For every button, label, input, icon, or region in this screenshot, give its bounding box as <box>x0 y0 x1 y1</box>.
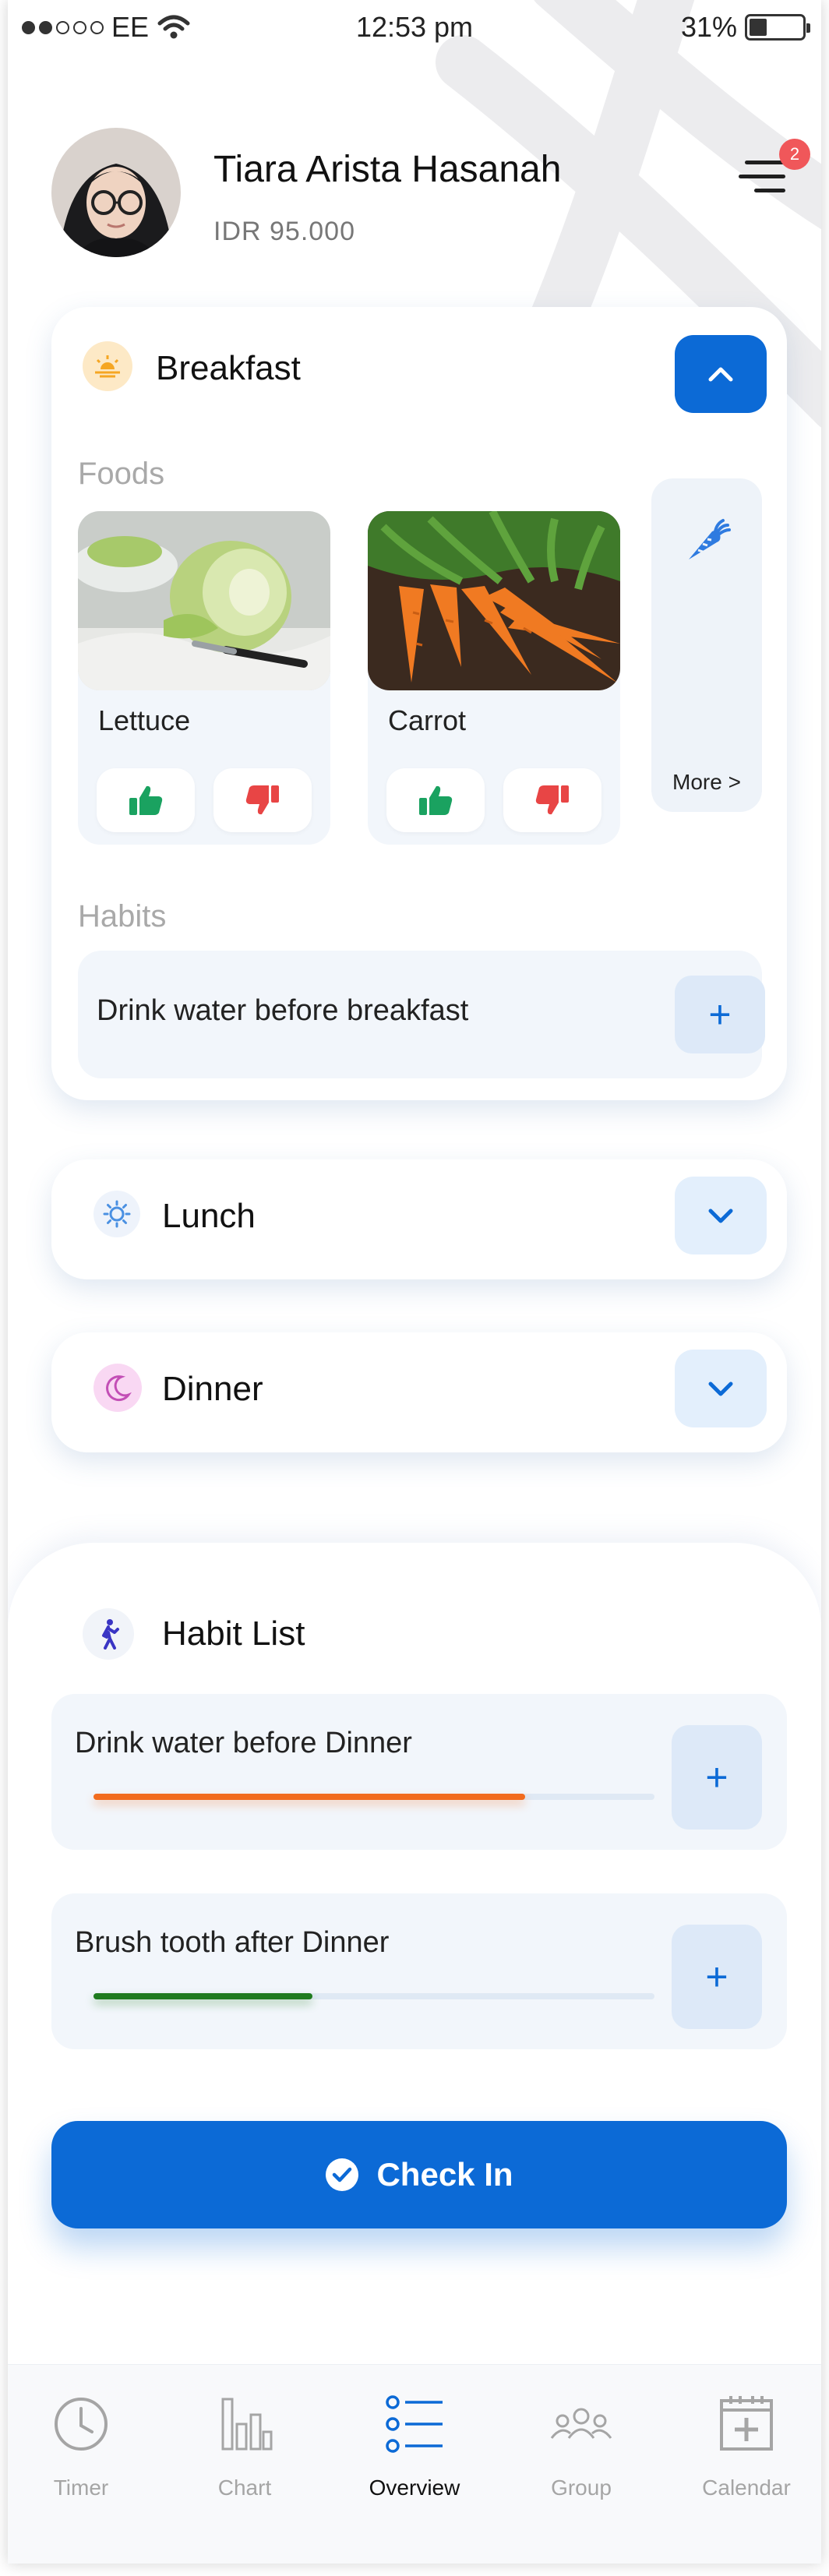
notification-badge: 2 <box>779 139 810 170</box>
foods-label: Foods <box>78 457 165 491</box>
breakfast-habit-item: Drink water before breakfast + <box>78 951 765 1078</box>
habit-text: Drink water before Dinner <box>75 1727 412 1759</box>
thumbs-down-icon <box>245 785 279 815</box>
app-screen: EE 12:53 pm 31% Tiara Arista Hasanah IDR… <box>8 0 821 2564</box>
nav-chart[interactable]: Chart <box>175 2380 315 2521</box>
add-habit-button[interactable]: + <box>675 976 765 1053</box>
habit-progress-fill <box>93 1794 526 1800</box>
dislike-button[interactable] <box>503 768 601 832</box>
bar-chart-icon <box>221 2398 273 2451</box>
group-icon <box>550 2408 612 2439</box>
add-habit-button[interactable]: + <box>672 1725 762 1830</box>
nav-group[interactable]: Group <box>511 2380 651 2521</box>
battery-percentage: 31% <box>680 11 737 43</box>
battery-icon <box>745 14 810 41</box>
food-card-carrot[interactable]: Carrot <box>368 511 620 845</box>
nav-label: Timer <box>53 2475 109 2500</box>
chevron-down-icon <box>708 1382 733 1396</box>
nav-label: Overview <box>369 2475 460 2500</box>
check-in-button[interactable]: Check In <box>51 2121 787 2228</box>
add-habit-button[interactable]: + <box>672 1925 762 2029</box>
habits-label: Habits <box>78 899 167 933</box>
habit-list-item: Brush tooth after Dinner + <box>51 1893 787 2049</box>
dislike-button[interactable] <box>213 768 312 832</box>
habit-progress-bar <box>93 1794 654 1800</box>
chevron-up-icon <box>708 367 733 382</box>
bottom-navigation: Timer Chart Overview Group Calendar <box>8 2364 821 2564</box>
thumbs-up-icon <box>129 785 163 815</box>
like-button[interactable] <box>386 768 485 832</box>
calendar-add-icon <box>720 2396 773 2451</box>
food-card-lettuce[interactable]: Lettuce <box>78 511 330 845</box>
check-circle-icon <box>326 2158 359 2191</box>
like-button[interactable] <box>97 768 195 832</box>
plus-icon: + <box>705 1756 728 1799</box>
list-icon <box>386 2395 443 2453</box>
breakfast-title: Breakfast <box>156 349 301 387</box>
dinner-expand-button[interactable] <box>675 1350 767 1427</box>
profile-balance: IDR 95.000 <box>213 217 355 246</box>
plus-icon: + <box>705 1955 728 1999</box>
habit-progress-fill <box>93 1993 312 1999</box>
clock-icon <box>55 2398 108 2451</box>
lunch-expand-button[interactable] <box>675 1177 767 1254</box>
menu-icon-line <box>754 189 785 192</box>
carrot-icon <box>689 519 731 559</box>
status-bar: EE 12:53 pm 31% <box>8 0 821 55</box>
food-name: Carrot <box>388 704 467 736</box>
habit-progress-bar <box>93 1993 654 1999</box>
walking-icon <box>83 1608 134 1660</box>
sunrise-icon <box>83 341 132 391</box>
habit-text: Drink water before breakfast <box>97 994 469 1027</box>
nav-label: Calendar <box>702 2475 791 2500</box>
nav-timer[interactable]: Timer <box>11 2380 151 2521</box>
habit-text: Brush tooth after Dinner <box>75 1926 390 1959</box>
more-label: More > <box>672 770 741 794</box>
profile-name: Tiara Arista Hasanah <box>213 149 562 190</box>
food-name: Lettuce <box>98 704 191 736</box>
carrot-image <box>368 511 620 690</box>
habit-list-title: Habit List <box>162 1614 305 1653</box>
thumbs-down-icon <box>535 785 569 815</box>
menu-icon-line <box>739 175 785 178</box>
chevron-down-icon <box>708 1209 733 1223</box>
check-in-label: Check In <box>376 2156 513 2193</box>
nav-overview[interactable]: Overview <box>344 2380 485 2521</box>
nav-calendar[interactable]: Calendar <box>676 2380 817 2521</box>
plus-icon: + <box>708 993 732 1036</box>
more-foods-button[interactable]: More > <box>651 478 762 812</box>
menu-icon <box>745 161 785 164</box>
nav-label: Chart <box>217 2475 272 2500</box>
nav-label: Group <box>551 2475 612 2500</box>
habit-list-item: Drink water before Dinner + <box>51 1694 787 1850</box>
sun-icon <box>93 1191 140 1237</box>
breakfast-collapse-button[interactable] <box>675 335 767 413</box>
thumbs-up-icon <box>419 785 453 815</box>
dinner-title: Dinner <box>162 1370 263 1408</box>
avatar[interactable] <box>51 128 181 257</box>
moon-icon <box>93 1364 142 1412</box>
lettuce-image <box>78 511 330 690</box>
lunch-title: Lunch <box>162 1197 256 1235</box>
